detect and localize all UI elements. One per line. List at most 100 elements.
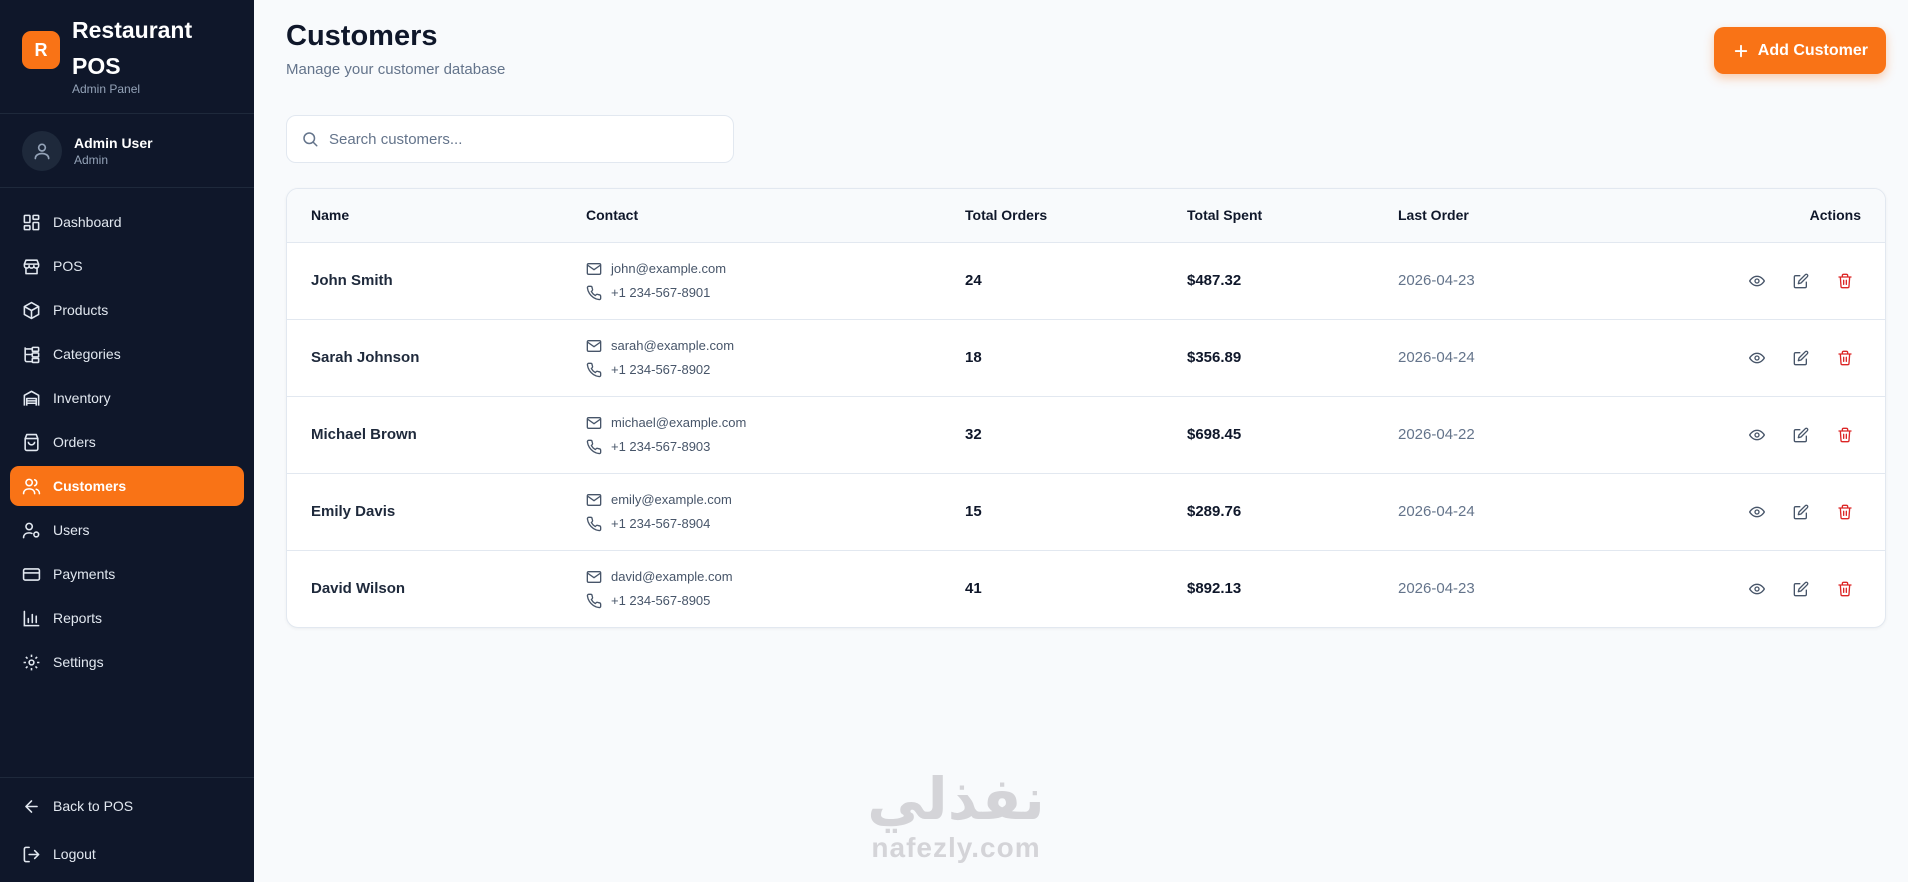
view-button[interactable] [1741,265,1773,297]
mail-icon [586,262,602,275]
edit-button[interactable] [1785,419,1817,451]
sidebar-item-products[interactable]: Products [10,290,244,330]
customer-total-orders: 41 [965,580,982,598]
add-customer-label: Add Customer [1757,41,1868,59]
edit-icon [1793,273,1809,288]
mail-icon [586,339,602,352]
bar-chart-icon [23,610,40,626]
header-total-spent: Total Spent [1187,207,1263,224]
edit-icon [1793,350,1809,365]
user-icon [34,143,50,159]
sidebar-item-label: Users [53,522,90,538]
customer-email: emily@example.com [611,492,732,507]
customer-total-orders: 32 [965,426,982,443]
view-button[interactable] [1741,419,1773,451]
table-row: Emily Davis emily@example.com +1 234-567… [287,473,1885,550]
customer-email: david@example.com [611,569,733,585]
customer-phone: +1 234-567-8903 [611,439,711,454]
customer-total-spent: $487.32 [1187,272,1242,289]
sidebar-item-pos[interactable]: POS [10,246,244,286]
sidebar-item-customers[interactable]: Customers [10,466,244,506]
eye-icon [1748,583,1765,595]
header-name: Name [311,207,350,224]
back-to-pos-button[interactable]: Back to POS [10,786,244,826]
header-total-orders: Total Orders [965,207,1048,224]
page-subtitle: Manage your customer database [286,61,506,78]
row-actions [1674,473,1885,550]
sidebar-item-categories[interactable]: Categories [10,334,244,374]
watermark: نفذلي nafezly.com [846,770,1066,864]
customer-name: John Smith [311,272,393,289]
brand-logo: R [22,31,60,69]
customer-last-order: 2026-04-23 [1398,272,1475,289]
customer-total-orders: 24 [965,272,982,289]
sidebar-item-label: Orders [53,434,96,450]
sidebar-item-orders[interactable]: Orders [10,422,244,462]
edit-icon [1793,581,1809,597]
main-content: Customers Manage your customer database … [254,0,1908,882]
delete-button[interactable] [1829,265,1861,297]
search-box [286,115,734,163]
customer-total-spent: $892.13 [1187,580,1242,598]
sidebar-item-users[interactable]: Users [10,510,244,550]
view-button[interactable] [1741,496,1773,528]
delete-button[interactable] [1829,573,1861,605]
watermark-arabic: نفذلي [867,767,1045,832]
shopping-bag-icon [24,433,39,451]
sidebar-item-label: Customers [53,478,127,494]
table-header-row: Name Contact Total Orders Total Spent La… [287,189,1885,242]
row-actions [1674,396,1885,473]
customer-phone: +1 234-567-8902 [611,362,711,377]
add-customer-button[interactable]: Add Customer [1713,27,1886,74]
sidebar-item-dashboard[interactable]: Dashboard [10,202,244,242]
customer-name: David Wilson [311,580,406,598]
logout-icon [23,846,40,862]
categories-icon [24,346,40,363]
trash-icon [1838,350,1852,365]
view-button[interactable] [1741,342,1773,374]
customer-name: Sarah Johnson [311,349,420,366]
mail-icon [586,416,602,429]
delete-button[interactable] [1829,496,1861,528]
sidebar-item-reports[interactable]: Reports [10,598,244,638]
table-row: David Wilson david@example.com +1 234-56… [287,550,1885,627]
sidebar-item-label: Settings [53,654,104,670]
edit-icon [1793,504,1809,519]
logout-label: Logout [53,846,96,862]
edit-button[interactable] [1785,265,1817,297]
mail-icon [586,570,602,583]
customer-phone: +1 234-567-8901 [611,285,711,300]
customer-total-spent: $289.76 [1187,503,1242,520]
customer-contact: david@example.com +1 234-567-8905 [562,550,941,627]
customer-name: Emily Davis [311,503,396,520]
view-button[interactable] [1741,573,1773,605]
sidebar-item-settings[interactable]: Settings [10,642,244,682]
edit-button[interactable] [1785,342,1817,374]
search-input[interactable] [329,130,709,148]
delete-button[interactable] [1829,342,1861,374]
table-row: John Smith john@example.com +1 234-567-8… [287,242,1885,319]
sidebar-footer: Back to POS Logout [0,777,254,882]
customer-last-order: 2026-04-22 [1398,426,1475,443]
customer-total-spent: $698.45 [1187,426,1242,443]
row-actions [1674,550,1885,627]
credit-card-icon [22,567,41,581]
package-icon [23,301,40,319]
phone-icon [586,593,602,609]
search-icon [303,132,318,147]
customer-last-order: 2026-04-23 [1398,580,1475,598]
customer-contact: sarah@example.com +1 234-567-8902 [562,319,941,396]
delete-button[interactable] [1829,419,1861,451]
customer-contact: emily@example.com +1 234-567-8904 [562,473,941,550]
edit-button[interactable] [1785,573,1817,605]
header-contact: Contact [586,207,639,224]
brand-subtitle: Admin Panel [72,82,141,96]
edit-icon [1793,427,1809,442]
sidebar-item-inventory[interactable]: Inventory [10,378,244,418]
logout-button[interactable]: Logout [10,834,244,874]
back-to-pos-label: Back to POS [53,798,134,814]
customers-table: Name Contact Total Orders Total Spent La… [286,188,1886,628]
sidebar-item-payments[interactable]: Payments [10,554,244,594]
sidebar-item-label: Inventory [53,390,111,406]
edit-button[interactable] [1785,496,1817,528]
